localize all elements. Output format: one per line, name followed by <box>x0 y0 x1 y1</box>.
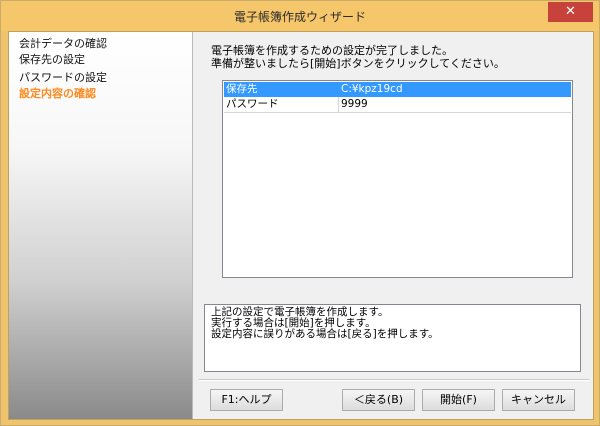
step-item-password: パスワードの設定 <box>19 71 107 84</box>
title-bar[interactable]: 電子帳簿作成ウィザード ✕ <box>1 1 599 31</box>
settings-list[interactable]: 保存先 C:¥kpz19cd パスワード 9999 <box>222 80 573 278</box>
step-item-save-location: 保存先の設定 <box>19 53 85 66</box>
start-button[interactable]: 開始(F) <box>422 389 495 411</box>
close-icon: ✕ <box>565 4 576 19</box>
list-row-save-location[interactable]: 保存先 C:¥kpz19cd <box>224 82 571 97</box>
close-button[interactable]: ✕ <box>548 2 593 22</box>
instruction-line-2: 準備が整いましたら[開始]ボタンをクリックしてください。 <box>211 57 505 70</box>
instruction-message: 電子帳簿を作成するための設定が完了しました。 準備が整いましたら[開始]ボタンを… <box>211 44 505 70</box>
cancel-button[interactable]: キャンセル <box>502 389 575 411</box>
row-value: C:¥kpz19cd <box>341 83 403 95</box>
wizard-client-area: 会計データの確認 保存先の設定 パスワードの設定 設定内容の確認 電子帳簿を作成… <box>8 31 594 420</box>
description-box: 上記の設定で電子帳簿を作成します。 実行する場合は[開始]を押します。 設定内容… <box>204 304 581 372</box>
row-name: パスワード <box>226 98 279 110</box>
back-button[interactable]: ＜戻る(B) <box>342 389 415 411</box>
row-value: 9999 <box>341 98 368 110</box>
instruction-line-1: 電子帳簿を作成するための設定が完了しました。 <box>211 44 453 57</box>
description-line-3: 設定内容に誤りがある場合は[戻る]を押します。 <box>211 328 439 340</box>
column-divider <box>338 97 339 112</box>
list-row-password[interactable]: パスワード 9999 <box>224 97 571 113</box>
button-separator <box>199 379 589 381</box>
window-title: 電子帳簿作成ウィザード <box>233 10 366 24</box>
step-item-confirm: 設定内容の確認 <box>19 87 96 100</box>
help-button[interactable]: F1:ヘルプ <box>210 389 283 411</box>
step-item-data-check: 会計データの確認 <box>19 37 107 50</box>
row-name: 保存先 <box>226 83 258 95</box>
wizard-window: 電子帳簿作成ウィザード ✕ 会計データの確認 保存先の設定 パスワードの設定 設… <box>0 0 600 426</box>
step-sidebar: 会計データの確認 保存先の設定 パスワードの設定 設定内容の確認 <box>9 32 193 419</box>
